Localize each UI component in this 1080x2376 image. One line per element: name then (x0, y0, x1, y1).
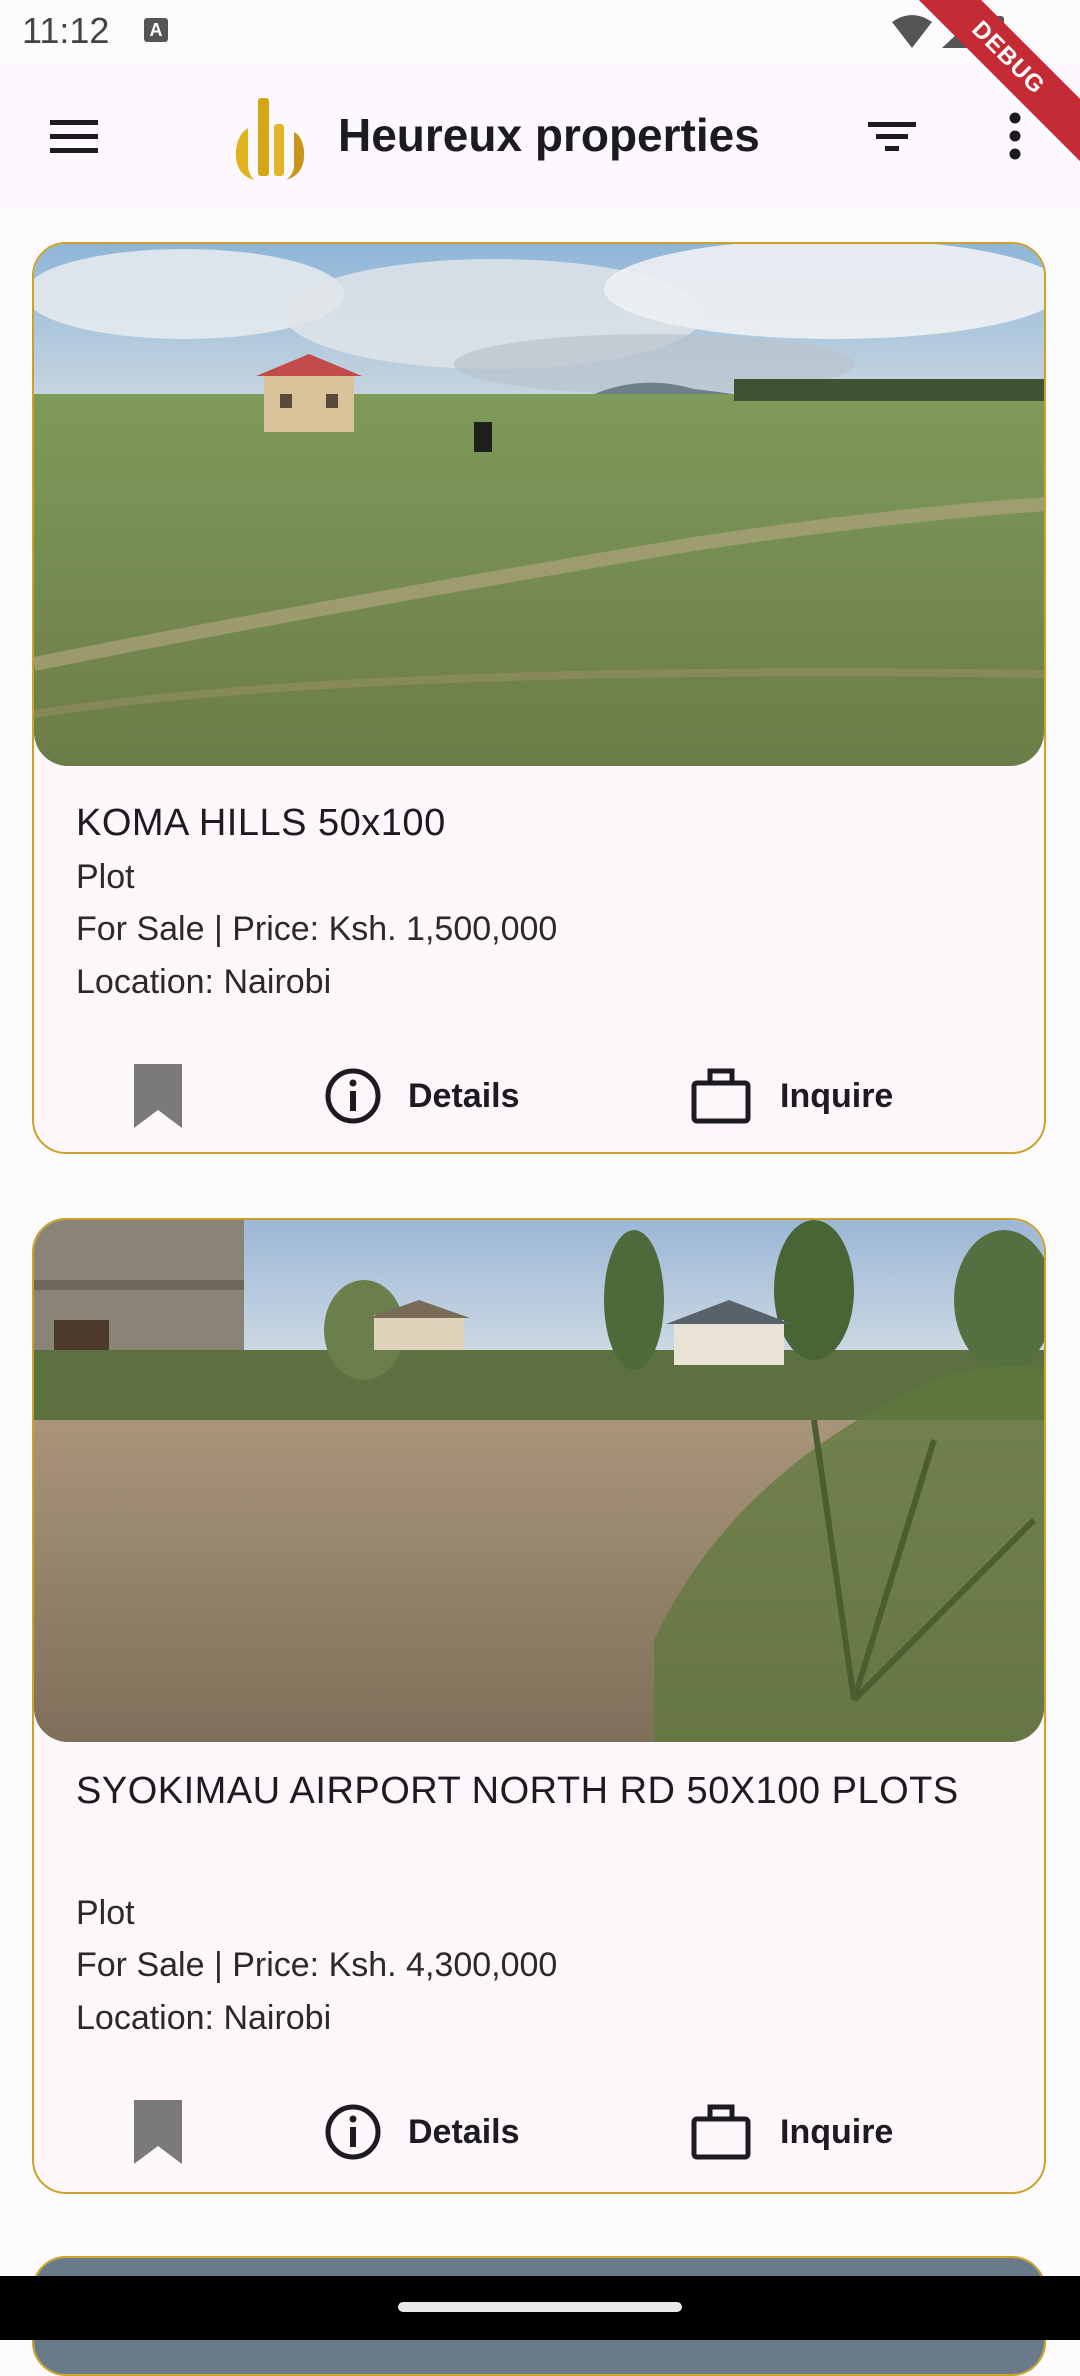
inquire-button[interactable]: Inquire (690, 1060, 893, 1132)
heureux-logo-icon (235, 98, 305, 180)
app-bar: Heureux properties (0, 64, 1080, 208)
app-title: Heureux properties (338, 109, 760, 161)
details-button[interactable]: Details (324, 2096, 520, 2168)
bookmark-button[interactable] (130, 1060, 186, 1132)
inquire-label: Inquire (780, 1076, 894, 1115)
listing-type: Plot (76, 858, 135, 896)
info-icon (325, 1068, 381, 1124)
hamburger-menu-icon (50, 120, 98, 153)
keyboard-notification-icon: A (144, 18, 168, 42)
status-bar: 11:12 A (0, 0, 1080, 64)
system-navigation-bar (0, 2276, 1080, 2340)
bookmark-button[interactable] (130, 2096, 186, 2168)
filter-icon (868, 122, 916, 151)
menu-button[interactable] (42, 104, 106, 168)
bookmark-icon (134, 1064, 182, 1128)
listing-title: KOMA HILLS 50x100 (76, 802, 446, 844)
inquire-label: Inquire (780, 2112, 894, 2151)
bookmark-icon (134, 2100, 182, 2164)
details-button[interactable]: Details (324, 1060, 520, 1132)
info-icon (325, 2104, 381, 2160)
listing-type: Plot (76, 1894, 135, 1932)
briefcase-icon (691, 2104, 751, 2160)
status-time: 11:12 (22, 10, 110, 51)
inquire-button[interactable]: Inquire (690, 2096, 893, 2168)
listing-photo (34, 244, 1044, 766)
listing-location: Location: Nairobi (76, 1999, 332, 2037)
listing-price: For Sale | Price: Ksh. 1,500,000 (76, 910, 558, 948)
listing-price: For Sale | Price: Ksh. 4,300,000 (76, 1946, 558, 1984)
listing-title: SYOKIMAU AIRPORT NORTH RD 50X100 PLOTS (76, 1770, 959, 1812)
details-label: Details (408, 2112, 520, 2151)
home-gesture-handle[interactable] (398, 2302, 682, 2312)
briefcase-icon (691, 1068, 751, 1124)
details-label: Details (408, 1076, 520, 1115)
listing-location: Location: Nairobi (76, 963, 332, 1001)
listing-photo (34, 1220, 1044, 1742)
listing-card[interactable]: SYOKIMAU AIRPORT NORTH RD 50X100 PLOTS P… (32, 1218, 1046, 2194)
filter-button[interactable] (860, 104, 924, 168)
listing-card[interactable]: KOMA HILLS 50x100 Plot For Sale | Price:… (32, 242, 1046, 1154)
